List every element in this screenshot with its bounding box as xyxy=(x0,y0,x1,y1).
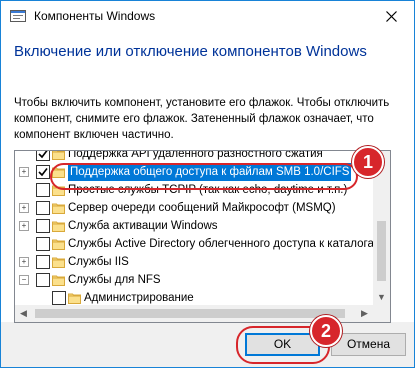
tree-row[interactable]: Простые службы TCPIP (так как echo, dayt… xyxy=(15,181,372,199)
vertical-scrollbar[interactable]: ▲ ▼ xyxy=(373,151,390,322)
folder-icon xyxy=(52,184,65,196)
feature-checkbox[interactable] xyxy=(36,237,50,251)
tree-row-label: Поддержка API удаленного разностного сжа… xyxy=(68,150,323,160)
tree-row[interactable]: + Поддержка общего доступа к файлам SMB 1… xyxy=(15,162,372,182)
feature-checkbox[interactable] xyxy=(36,255,50,269)
cancel-button[interactable]: Отмена xyxy=(331,333,406,356)
dialog-window: Компоненты Windows Включение или отключе… xyxy=(0,0,415,368)
tree-row[interactable]: Поддержка API удаленного разностного сжа… xyxy=(15,150,372,163)
feature-checkbox[interactable] xyxy=(52,291,66,305)
tree-row[interactable]: + Служба активации Windows xyxy=(15,217,372,235)
tree-row-label: Служба активации Windows xyxy=(68,220,218,232)
feature-checkbox[interactable] xyxy=(36,219,50,233)
folder-icon xyxy=(52,166,65,178)
ok-button[interactable]: OK xyxy=(245,333,320,356)
close-button[interactable] xyxy=(368,1,414,31)
dialog-content: Включение или отключение компонентов Win… xyxy=(1,32,414,323)
feature-checkbox[interactable] xyxy=(36,201,50,215)
collapse-icon[interactable]: − xyxy=(19,275,29,285)
tree-row[interactable]: − Службы для NFS xyxy=(15,271,372,289)
window-title: Компоненты Windows xyxy=(34,9,156,23)
expand-icon[interactable]: + xyxy=(19,257,29,267)
tree-row[interactable]: + Сервер очереди сообщений Майкрософт (MS… xyxy=(15,199,372,217)
scroll-right-arrow-icon[interactable]: ▶ xyxy=(356,305,373,322)
tree-row-label: Простые службы TCPIP (так как echo, dayt… xyxy=(68,184,348,196)
dialog-heading: Включение или отключение компонентов Win… xyxy=(14,43,367,60)
annotation-badge-1: 1 xyxy=(352,146,384,178)
horizontal-scroll-thumb[interactable] xyxy=(35,309,345,318)
tree-row-label: Службы Active Directory облегченного дос… xyxy=(68,238,382,250)
tree-row[interactable]: + Службы IIS xyxy=(15,253,372,271)
dialog-description: Чтобы включить компонент, установите его… xyxy=(14,97,390,141)
tree-row-label: Службы для NFS xyxy=(68,274,161,286)
features-tree[interactable]: Поддержка API удаленного разностного сжа… xyxy=(14,150,391,323)
folder-icon xyxy=(52,238,65,250)
title-bar: Компоненты Windows xyxy=(1,1,414,32)
close-icon xyxy=(385,10,397,22)
folder-icon xyxy=(68,292,81,304)
feature-checkbox[interactable] xyxy=(36,151,50,161)
feature-checkbox[interactable] xyxy=(36,273,50,287)
folder-icon xyxy=(52,151,65,160)
tree-row-label: Сервер очереди сообщений Майкрософт (MSM… xyxy=(68,202,336,214)
expand-icon[interactable]: + xyxy=(19,221,29,231)
scroll-down-arrow-icon[interactable]: ▼ xyxy=(373,288,390,305)
folder-icon xyxy=(52,256,65,268)
expand-icon[interactable]: + xyxy=(19,167,29,177)
expand-icon[interactable]: + xyxy=(19,203,29,213)
scroll-left-arrow-icon[interactable]: ◀ xyxy=(15,305,32,322)
feature-checkbox[interactable] xyxy=(36,183,50,197)
tree-row[interactable]: Службы Active Directory облегченного дос… xyxy=(15,235,382,253)
tree-row-label: Службы IIS xyxy=(68,256,129,268)
vertical-scroll-thumb[interactable] xyxy=(377,221,386,281)
folder-icon xyxy=(52,274,65,286)
folder-icon xyxy=(52,202,65,214)
annotation-badge-2: 2 xyxy=(310,315,342,347)
feature-checkbox[interactable] xyxy=(36,165,50,179)
tree-row-label: Поддержка общего доступа к файлам SMB 1.… xyxy=(66,162,353,182)
window-app-icon xyxy=(10,8,26,24)
folder-icon xyxy=(52,220,65,232)
